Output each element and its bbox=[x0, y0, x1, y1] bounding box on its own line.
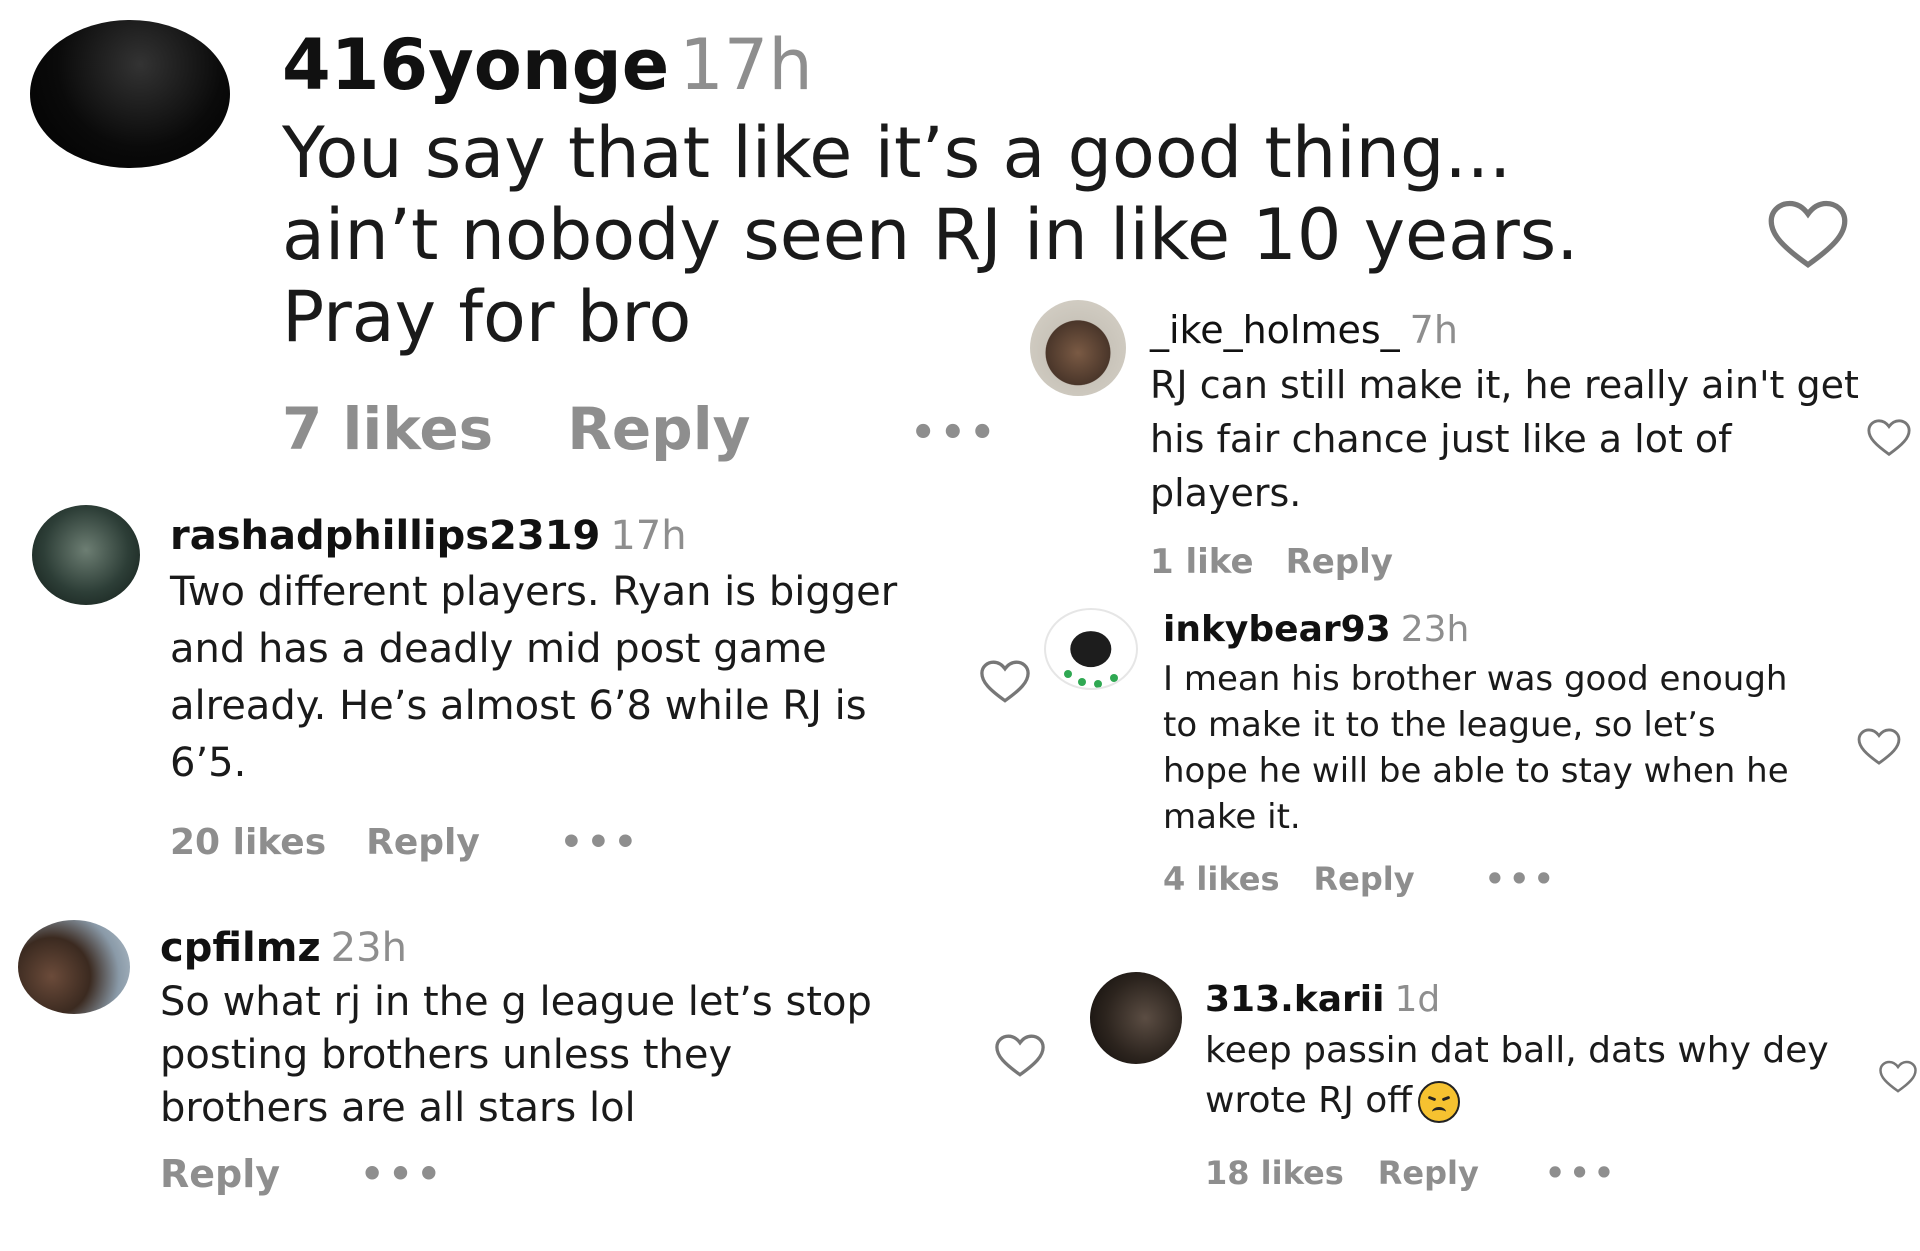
likes-count[interactable]: 1 like bbox=[1150, 542, 1254, 582]
avatar[interactable] bbox=[18, 920, 130, 1014]
comment-header: _ike_holmes_ 7h bbox=[1150, 302, 1880, 358]
timestamp: 7h bbox=[1409, 308, 1458, 352]
avatar[interactable] bbox=[1090, 972, 1182, 1064]
timestamp: 1d bbox=[1394, 979, 1441, 1020]
avatar[interactable] bbox=[1030, 300, 1126, 396]
timestamp: 23h bbox=[1400, 609, 1470, 650]
likes-count[interactable]: 7 likes bbox=[282, 395, 493, 463]
likes-count[interactable]: 4 likes bbox=[1163, 860, 1280, 898]
comment-text-line: players. bbox=[1150, 471, 1302, 515]
more-options-button[interactable]: ••• bbox=[910, 410, 999, 456]
comment-text-line-with-emoji: wrote RJ off bbox=[1205, 1076, 1845, 1126]
comment-text-line: keep passin dat ball, dats why dey bbox=[1205, 1030, 1829, 1071]
comment-header: 416yonge 17h bbox=[282, 20, 1702, 110]
heart-icon[interactable] bbox=[978, 660, 1032, 704]
likes-count[interactable]: 18 likes bbox=[1205, 1154, 1344, 1192]
comment-header: 313.karii 1d bbox=[1205, 974, 1845, 1026]
comment-actions: 4 likes Reply ••• bbox=[1163, 860, 1558, 898]
comment-text-line: RJ can still make it, he really ain't ge… bbox=[1150, 363, 1859, 407]
comment-actions: 20 likes Reply ••• bbox=[170, 822, 641, 863]
comment-actions: 7 likes Reply ••• bbox=[282, 395, 999, 463]
avatar[interactable] bbox=[32, 505, 140, 605]
comment-text-line: ain’t nobody seen RJ in like 10 years. bbox=[282, 194, 1579, 276]
comment-header: rashadphillips2319 17h bbox=[170, 508, 960, 564]
more-options-button[interactable]: ••• bbox=[360, 1152, 445, 1196]
timestamp: 17h bbox=[679, 24, 813, 106]
comment-text-line: I mean his brother was good enough bbox=[1163, 659, 1788, 699]
comment-text: RJ can still make it, he really ain't ge… bbox=[1150, 358, 1880, 520]
comment-header: inkybear93 23h bbox=[1163, 604, 1863, 656]
comment-header: cpfilmz 23h bbox=[160, 920, 980, 976]
reply-button[interactable]: Reply bbox=[1314, 860, 1415, 898]
comment-text-line: hope he will be able to stay when he bbox=[1163, 751, 1789, 791]
comment-text-line: posting brothers unless they bbox=[160, 1032, 733, 1078]
comment-body: 313.karii 1d keep passin dat ball, dats w… bbox=[1205, 974, 1845, 1126]
comment-text-line: So what rj in the g league let’s stop bbox=[160, 979, 872, 1025]
comment-body: cpfilmz 23h So what rj in the g league le… bbox=[160, 920, 980, 1135]
more-options-button[interactable]: ••• bbox=[1485, 860, 1558, 898]
reply-button[interactable]: Reply bbox=[1286, 542, 1393, 582]
comment-text-line: already. He’s almost 6’8 while RJ is bbox=[170, 683, 867, 729]
username[interactable]: rashadphillips2319 bbox=[170, 513, 600, 559]
heart-icon[interactable] bbox=[1856, 728, 1902, 766]
comment-actions: 18 likes Reply ••• bbox=[1205, 1154, 1618, 1192]
comment-text: I mean his brother was good enough to ma… bbox=[1163, 656, 1863, 840]
more-options-button[interactable]: ••• bbox=[560, 822, 641, 863]
comment-body: inkybear93 23h I mean his brother was goo… bbox=[1163, 604, 1863, 840]
comment-text: Two different players. Ryan is bigger an… bbox=[170, 564, 960, 792]
more-options-button[interactable]: ••• bbox=[1545, 1154, 1618, 1192]
comment-text-line: and has a deadly mid post game bbox=[170, 626, 827, 672]
timestamp: 23h bbox=[330, 925, 407, 971]
logo-ring-icon bbox=[1046, 610, 1136, 688]
heart-icon[interactable] bbox=[1866, 418, 1912, 458]
comment-text-line: 6’5. bbox=[170, 740, 247, 786]
comment-body: _ike_holmes_ 7h RJ can still make it, he … bbox=[1150, 302, 1880, 520]
reply-button[interactable]: Reply bbox=[1378, 1154, 1479, 1192]
comment-text-line: to make it to the league, so let’s bbox=[1163, 705, 1716, 745]
username[interactable]: 313.karii bbox=[1205, 979, 1385, 1020]
comment-text-line: brothers are all stars lol bbox=[160, 1085, 636, 1131]
username[interactable]: 416yonge bbox=[282, 24, 669, 106]
heart-icon[interactable] bbox=[992, 1034, 1048, 1078]
username[interactable]: _ike_holmes_ bbox=[1150, 308, 1400, 352]
username[interactable]: inkybear93 bbox=[1163, 609, 1391, 650]
comment-actions: 1 like Reply bbox=[1150, 542, 1393, 582]
comment-text-line: wrote RJ off bbox=[1205, 1080, 1413, 1121]
comment-text: keep passin dat ball, dats why dey wrote… bbox=[1205, 1026, 1845, 1126]
comment-actions: Reply ••• bbox=[160, 1152, 445, 1196]
comment-text-line: make it. bbox=[1163, 797, 1301, 837]
username[interactable]: cpfilmz bbox=[160, 925, 321, 971]
timestamp: 17h bbox=[610, 513, 687, 559]
comment-text-line: Two different players. Ryan is bigger bbox=[170, 569, 898, 615]
comment-text: So what rj in the g league let’s stop po… bbox=[160, 976, 980, 1135]
comment-text-line: his fair chance just like a lot of bbox=[1150, 417, 1732, 461]
avatar[interactable] bbox=[1044, 608, 1138, 690]
comment-text-line: You say that like it’s a good thing... bbox=[282, 112, 1512, 194]
reply-button[interactable]: Reply bbox=[160, 1152, 280, 1196]
heart-icon[interactable] bbox=[1878, 1058, 1918, 1096]
reply-button[interactable]: Reply bbox=[366, 822, 480, 863]
avatar[interactable] bbox=[30, 20, 230, 168]
likes-count[interactable]: 20 likes bbox=[170, 822, 326, 863]
disappointed-face-emoji-icon bbox=[1418, 1081, 1461, 1123]
reply-button[interactable]: Reply bbox=[567, 395, 750, 463]
comment-body: rashadphillips2319 17h Two different play… bbox=[170, 508, 960, 792]
heart-icon[interactable] bbox=[1760, 200, 1856, 270]
